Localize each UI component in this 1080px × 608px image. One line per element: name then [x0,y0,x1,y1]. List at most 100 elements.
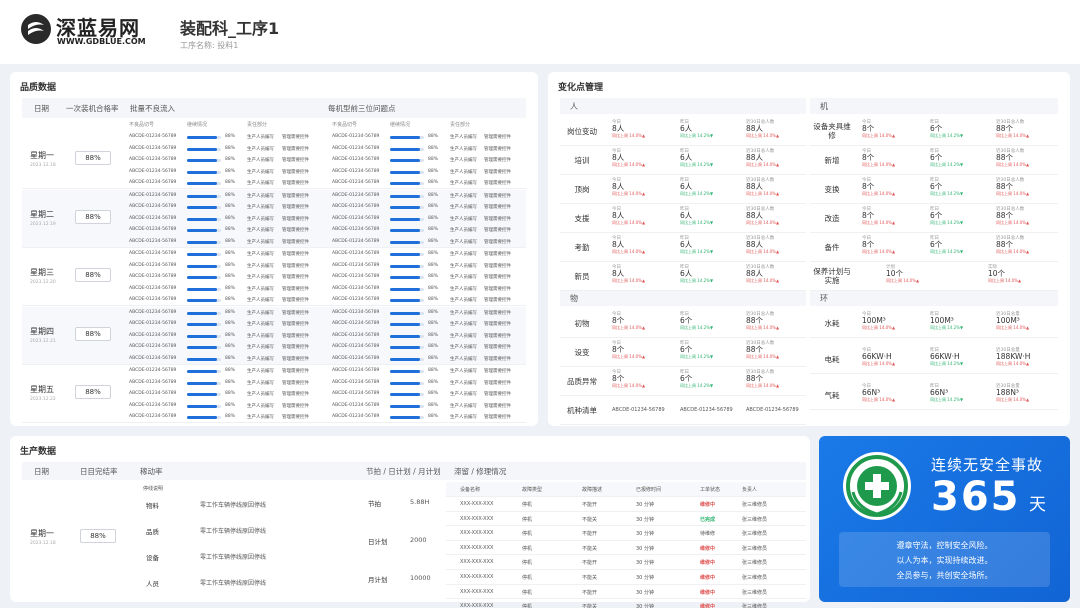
model-code: ABCDE-01234-56789 [612,407,665,413]
stat-cell: 昨日 66KW·H 同比上周 14.2%▼ [930,348,963,367]
stat-value: 88个 [996,153,1014,162]
stat-value: 8个 [612,316,625,325]
quality-line: ABCDE-01234-56789 生产人员编写 管理需要控件 ABCDE-01234… [22,319,526,331]
resp-reason: 管理需要控件 [282,275,309,281]
progress-bar [187,170,221,174]
col-completion: 日目完结率 [80,467,118,476]
repair-owner: 张三维修员 [742,560,768,567]
stat-cell: 昨日 6人 同比上周 14.2%▼ [680,178,713,197]
stat-cell: 实际 10个 同比上周 14.0%▲ [988,265,1021,284]
repair-type: 停机 [522,575,533,581]
resp-dept: 生产人员编写 [247,181,274,186]
issue-code: ABCDE-01234-56789 [332,402,380,408]
page-subtitle: 工序名称: 投料1 [180,41,239,50]
repair-name: XXX-XXX-XXX [460,603,494,608]
quality-title: 品质数据 [20,83,57,93]
stat-cell: 近30日总人数 88人 同比上周 14.0%▲ [746,207,779,226]
resp-reason: 管理需要控件 [282,228,309,234]
stat-cell: 今日 8个 同比上周 14.0%▲ [862,120,895,139]
repair-row[interactable]: XXX-XXX-XXX 停机 不能开 30 分钟 维修中 张三维修员 [446,555,806,570]
progress-value: 88% [225,321,236,327]
stat-compare: 同比上周 14.0%▲ [862,397,896,402]
progress-bar [187,147,221,151]
stat-value: 88个 [996,240,1014,249]
repair-row[interactable]: XXX-XXX-XXX 停机 不能关 30 分钟 维修中 张三维修员 [446,599,806,608]
issue-dept: 生产人员编写 [450,205,477,211]
stat-value: 10个 [886,269,904,278]
defect-code: ABCDE-01234-56789 [129,355,177,361]
quality-subheader: 不良品切号 继续情况 责任部分 不良品切号 继续情况 责任部分 [22,120,526,130]
issue-reason: 管理需要控件 [484,146,511,152]
issue-code: ABCDE-01234-56789 [332,379,380,385]
app-header: 深蓝易网 WWW.GDBLUE.COM 装配科_工序1 工序名称: 投料1 [0,0,1080,64]
repair-status: 维修中 [700,604,716,608]
progress-bar [187,381,221,385]
prod-date: 2023.12.18 [30,541,56,546]
takt-label: 月计划 [368,576,388,584]
col-top-issues: 每机型前三位问题点 [328,104,396,113]
issue-dept: 生产人员编写 [450,356,477,362]
stat-value: 6人 [680,153,693,162]
progress-value: 88% [225,180,236,185]
issue-reason: 管理需要控件 [484,135,511,140]
change-row: 电耗 今日 66KW·H 同比上周 14.0%▲ 昨日 66KW·H 同比上周 14.2%▼… [810,345,1058,374]
brand-logo[interactable]: 深蓝易网 WWW.GDBLUE.COM [20,12,150,48]
repair-row[interactable]: XXX-XXX-XXX 停机 不能关 30 分钟 已完成 张三维修员 [446,512,806,527]
stat-cell: 近30日总人数 88个 同比上周 14.0%▲ [746,370,779,389]
progress-value: 88% [225,332,236,338]
progress-bar [187,217,221,221]
defect-code: ABCDE-01234-56789 [129,192,177,198]
defect-code: ABCDE-01234-56789 [129,134,177,139]
quality-line: ABCDE-01234-56789 生产人员编写 管理需要控件 ABCDE-01234… [22,155,526,167]
quality-group: 星期四 2023.12.21 88% ABCDE-01234-56789 生产人员编写管… [22,306,526,365]
repair-col: 故障类型 [522,487,543,493]
resp-reason: 管理需要控件 [282,205,309,211]
col-batch-defect: 批量不良流入 [130,104,175,113]
repair-row[interactable]: XXX-XXX-XXX 停机 不能关 30 分钟 维修中 张三维修员 [446,541,806,556]
repair-owner: 张三维修员 [742,604,768,608]
stat-compare: 同比上周 14.0%▲ [862,361,896,366]
reason-desc: 零工作车辆停线原因停线 [200,502,267,509]
stat-compare: 同比上周 14.2%▼ [930,162,964,167]
progress-bar [187,159,221,162]
progress-value: 88% [225,227,236,233]
stat-value: 6人 [680,240,693,249]
repair-row[interactable]: XXX-XXX-XXX 停机 不能开 30 分钟 维修中 张三维修员 [446,585,806,600]
row-label: 新员 [574,271,590,281]
issue-dept: 生产人员编写 [450,228,477,234]
progress-bar [187,393,221,397]
progress-value: 88% [225,168,236,174]
repair-row[interactable]: XXX-XXX-XXX 停机 不能开 30 分钟 维修中 张三维修员 [446,497,806,512]
repair-name: XXX-XXX-XXX [460,574,494,580]
stat-cell: 近30日总人数 88个 同比上周 14.0%▲ [996,236,1029,255]
repair-col: 工单状态 [700,487,721,493]
progress-value: 88% [225,192,236,198]
progress-bar [187,253,221,257]
repair-desc: 不能关 [582,516,598,523]
repair-row[interactable]: XXX-XXX-XXX 停机 不能关 30 分钟 维修中 张三维修员 [446,570,806,585]
progress-value: 88% [225,414,236,420]
quality-line: ABCDE-01234-56789 生产人员编写 管理需要控件 ABCDE-01234… [22,237,526,249]
resp-reason: 管理需要控件 [282,356,309,362]
issue-reason: 管理需要控件 [484,356,511,362]
stat-value: 6个 [680,374,693,383]
progress-bar [390,370,424,374]
progress-value: 88% [225,402,236,408]
resp-reason: 管理需要控件 [282,158,309,163]
stat-compare: 同比上周 14.2%▼ [680,325,714,330]
reason-desc: 零工作车辆停线原因停线 [200,528,267,535]
stat-compare: 同比上周 14.0%▲ [612,325,646,330]
stat-cell: 今日 8人 同比上周 14.0%▲ [612,120,645,139]
repair-time: 30 分钟 [636,604,654,608]
progress-bar [390,159,424,162]
stat-compare: 同比上周 14.2%▼ [930,361,964,366]
model-code: ABCDE-01234-56789 [680,407,733,413]
repair-owner: 张三维修员 [742,589,768,596]
sub-status-2: 继续情况 [390,122,411,128]
stat-compare: 同比上周 14.0%▲ [612,383,646,388]
stat-compare: 同比上周 14.2%▼ [930,191,964,196]
progress-value: 88% [428,368,439,374]
slogan-line: 以人为本，实现持续改进。 [896,556,993,565]
repair-row[interactable]: XXX-XXX-XXX 停机 不能开 30 分钟 待维修 张三维修员 [446,526,806,541]
defect-code: ABCDE-01234-56789 [129,285,177,291]
